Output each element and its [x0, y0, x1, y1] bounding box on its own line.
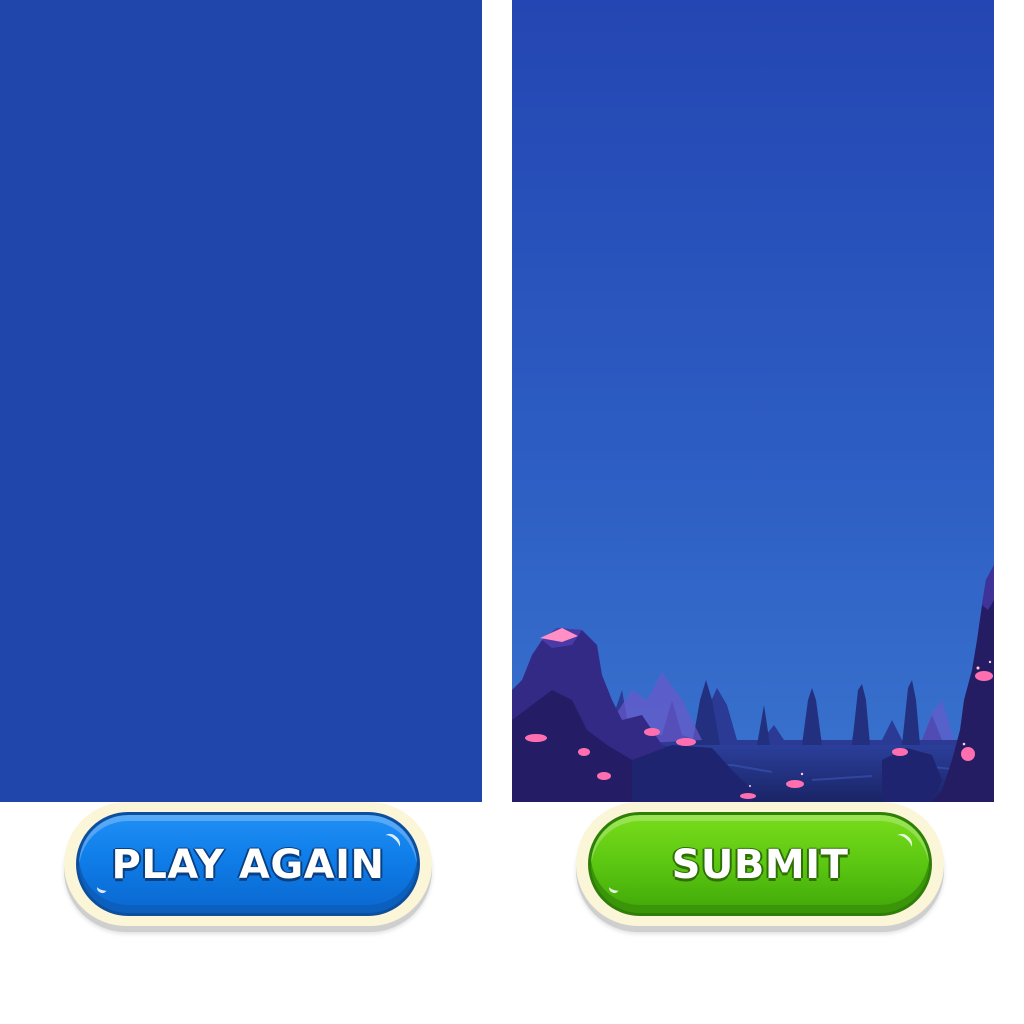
game-screen: PLAY AGAIN SUBMIT — [0, 0, 1024, 1024]
submit-label: SUBMIT — [671, 842, 849, 888]
gloss-highlight-icon — [607, 882, 621, 895]
alien-landscape-illustration — [512, 0, 994, 802]
submit-button[interactable]: SUBMIT — [588, 812, 932, 916]
gloss-highlight-icon — [95, 882, 109, 895]
blank-blue-panel — [0, 0, 482, 802]
alien-landscape-panel — [512, 0, 994, 802]
gloss-highlight-icon — [892, 830, 916, 853]
play-again-button[interactable]: PLAY AGAIN — [76, 812, 420, 916]
play-again-label: PLAY AGAIN — [111, 842, 385, 888]
play-again-button-frame: PLAY AGAIN — [64, 802, 432, 932]
submit-button-frame: SUBMIT — [576, 802, 944, 932]
